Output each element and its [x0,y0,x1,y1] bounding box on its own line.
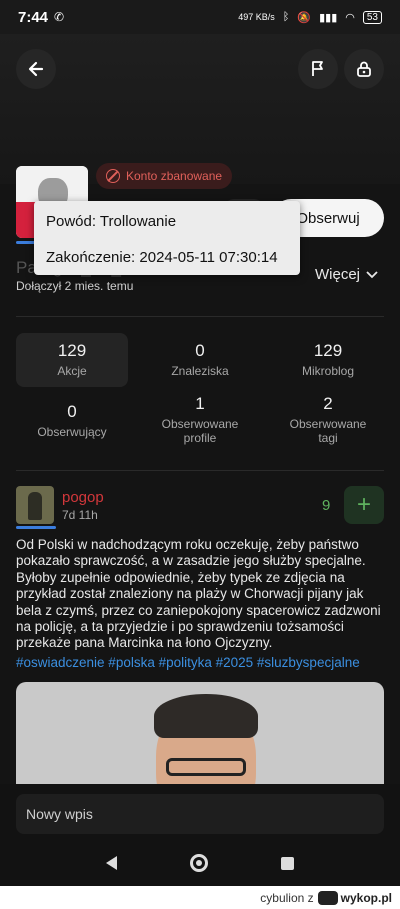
ban-reason: Powód: Trollowanie [46,213,177,230]
stat-value: 0 [195,341,205,360]
back-button[interactable] [16,49,56,89]
post-author-avatar[interactable] [16,486,54,524]
stat-label: Mikroblog [301,364,355,378]
status-bar: 7:44 ✆ 497 KB/s ᛒ 🔕 ▮▮▮ ◠ 53 [0,0,400,34]
ban-end-date: Zakończenie: 2024-05-11 07:30:14 [46,249,278,266]
stat-label: Znaleziska [171,364,229,378]
signal-icon: ▮▮▮ [319,11,338,24]
stat-links[interactable]: 0 Znaleziska [144,341,256,378]
post-body: Od Polski w nadchodzącym roku oczekuję, … [16,537,381,651]
wifi-icon: ◠ [345,11,355,24]
footer-credit: cybulion z [260,890,314,905]
network-speed: 497 KB/s [238,12,275,22]
arrow-left-icon [28,61,44,77]
ban-badge-label: Konto zbanowane [126,169,223,183]
post-timestamp[interactable]: 7d 11h [62,508,98,522]
stat-microblog[interactable]: 129 Mikroblog [272,341,384,378]
stat-followed-tags[interactable]: 2 Obserwowane tagi [272,394,384,445]
watermark-footer: cybulion z wykop.pl [0,886,400,909]
report-button[interactable] [298,49,338,89]
stat-value: 129 [57,341,87,360]
stat-followers[interactable]: 0 Obserwujący [16,402,128,439]
footer-site: wykop.pl [340,890,392,905]
new-entry-input[interactable]: Nowy wpis [16,794,384,834]
clock: 7:44 [18,8,49,26]
nav-recents-icon[interactable] [280,856,294,870]
phone-icon: ✆ [54,10,65,24]
post-author-name[interactable]: pogop [62,489,104,506]
chevron-down-icon [366,270,378,278]
ban-badge[interactable]: Konto zbanowane [96,163,233,189]
post-tags[interactable]: #oswiadczenie #polska #polityka #2025 #s… [16,655,388,670]
system-nav-bar [0,840,400,886]
post-avatar-underline [16,526,56,529]
ban-details-tooltip: Powód: Trollowanie Zakończenie: 2024-05-… [34,201,300,275]
profile-banner [0,34,400,184]
stat-value: 2 [323,394,333,413]
more-label: Więcej [314,266,360,283]
wykop-logo-icon [317,890,338,905]
joined-date: Dołączył 2 mies. temu [16,279,134,293]
status-icons: 497 KB/s ᛒ 🔕 ▮▮▮ ◠ 53 [238,10,382,24]
post-image[interactable] [16,682,384,792]
stat-value: 0 [67,402,77,421]
upvote-button[interactable]: + [344,486,384,524]
bluetooth-icon: ᛒ [282,11,290,23]
stat-value: 129 [313,341,343,360]
block-button[interactable] [344,49,384,89]
nav-home-icon[interactable] [189,854,208,872]
stat-label: Obserwowane tagi [289,417,367,445]
stat-label: Obserwowane profile [161,417,239,445]
divider [16,316,384,317]
photo-glasses [166,758,246,776]
stat-followed-profiles[interactable]: 1 Obserwowane profile [144,394,256,445]
stat-label: Obserwujący [37,425,107,439]
flag-icon [312,61,323,76]
post-vote-count: 9 [322,497,331,514]
avatar-figure [28,492,42,520]
mute-icon: 🔕 [297,11,312,24]
nav-back-icon[interactable] [106,856,118,870]
plus-icon: + [356,491,371,518]
lock-icon [357,61,371,77]
divider [16,470,384,471]
stat-value: 1 [195,394,205,413]
ban-icon [106,169,120,183]
photo-hair [154,694,258,738]
stat-actions[interactable]: 129 Akcje [16,333,128,387]
wykop-logo: wykop.pl [317,890,392,905]
more-button[interactable]: Więcej [315,266,378,283]
stat-label: Akcje [57,364,87,378]
battery-indicator: 53 [362,10,382,24]
